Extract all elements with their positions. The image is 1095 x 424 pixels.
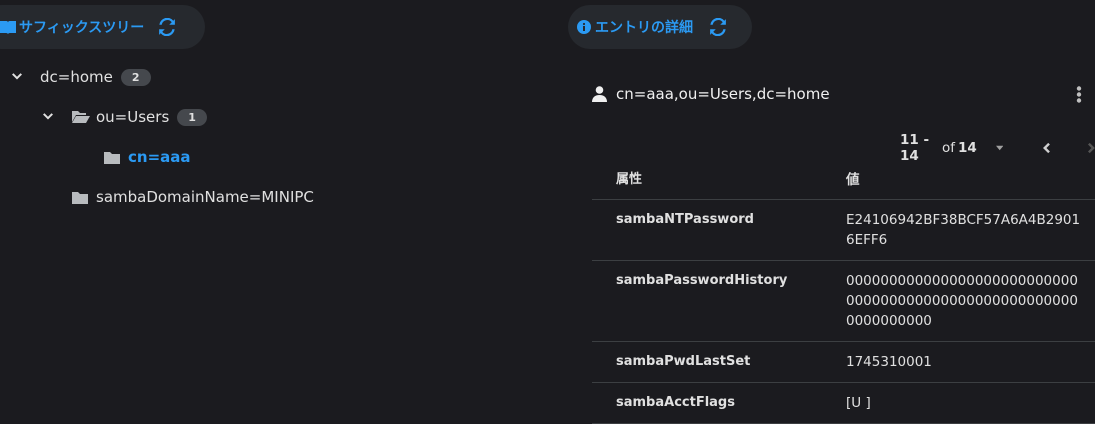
pagination-of: of [941,140,955,156]
entry-detail-title: エントリの詳細 [595,20,693,36]
chevron-down-icon[interactable] [41,110,55,124]
attribute-name: sambaPwdLastSet [616,354,751,369]
table-row: sambaNTPassword E24106942BF38BCF57A6A4B29… [592,200,1095,261]
tree-item-dc-home[interactable]: dc=home 2 [10,65,151,89]
user-icon [592,86,607,102]
book-icon [0,21,16,34]
sync-icon[interactable] [709,18,727,36]
attributes-table: 属性 値 sambaNTPassword E24106942BF38BCF57A6… [592,162,1095,424]
chevron-down-icon[interactable] [10,70,24,84]
entry-detail-header: エントリの詳細 [568,5,752,49]
attribute-value: 0000000000000000000000000000000000000000… [846,273,1078,329]
folder-icon [72,191,88,204]
entry-dn-title: cn=aaa,ou=Users,dc=home [592,85,830,103]
pagination: 11 - 14 of 14 [900,132,1095,164]
tree-item-label: ou=Users [96,108,170,126]
attribute-value: 1745310001 [846,354,932,370]
attribute-name: sambaPasswordHistory [616,273,788,288]
caret-down-icon [995,145,1004,151]
child-count-badge: 1 [177,108,207,126]
tree-item-label: dc=home [40,68,113,86]
previous-page-button[interactable] [1043,142,1051,154]
table-header-row: 属性 値 [592,162,1095,200]
entry-dn: cn=aaa,ou=Users,dc=home [616,85,830,103]
next-page-button[interactable] [1088,142,1095,154]
table-row: sambaPasswordHistory 00000000000000000000… [592,261,1095,342]
folder-open-icon [72,111,90,123]
folder-icon [104,151,120,164]
tree-item-samba-domain[interactable]: sambaDomainName=MINIPC [72,185,314,209]
pagination-range: 11 - 14 [900,132,930,164]
attribute-name: sambaAcctFlags [616,395,735,410]
suffix-tree-title: サフィックスツリー [19,20,145,36]
table-row: sambaAcctFlags [U ] [592,383,1095,424]
kebab-menu-icon[interactable] [1076,86,1082,103]
suffix-tree-header: サフィックスツリー [0,5,205,49]
info-circle-icon [577,20,591,34]
attribute-value: [U ] [846,395,871,411]
column-header-value: 値 [846,172,860,188]
pagination-total: 14 [957,140,977,156]
tree-item-ou-users[interactable]: ou=Users 1 [41,105,207,129]
column-header-attribute: 属性 [616,172,643,187]
tree-item-label: cn=aaa [128,148,191,166]
child-count-badge: 2 [120,68,151,86]
sync-icon[interactable] [158,18,176,36]
pagination-toggle[interactable]: 11 - 14 of 14 [900,132,1004,164]
table-row: sambaPwdLastSet 1745310001 [592,342,1095,383]
tree-item-cn-aaa[interactable]: cn=aaa [104,145,191,169]
attribute-name: sambaNTPassword [616,212,754,227]
attribute-value: E24106942BF38BCF57A6A4B29016EFF6 [846,212,1081,248]
tree-item-label: sambaDomainName=MINIPC [96,188,314,206]
